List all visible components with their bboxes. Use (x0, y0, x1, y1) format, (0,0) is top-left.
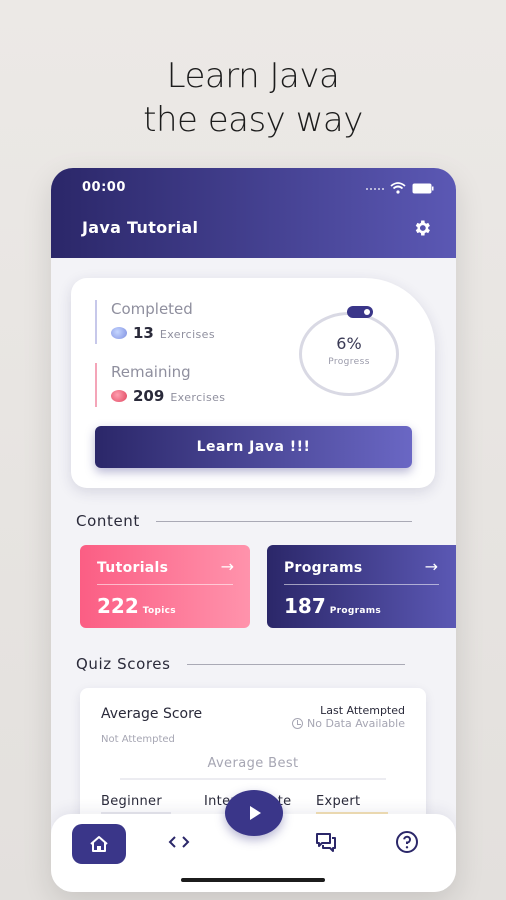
programs-tile[interactable]: Programs → 187 Programs (267, 545, 456, 628)
app-bar: 00:00 Java Tutorial (51, 168, 456, 258)
programs-title: Programs (284, 560, 363, 576)
quiz-title: Quiz Scores (76, 655, 171, 673)
remaining-unit: Exercises (170, 391, 226, 404)
completed-icon (111, 327, 127, 339)
learn-java-button[interactable]: Learn Java !!! (95, 426, 412, 468)
completed-count: 13 (133, 324, 154, 342)
arrow-right-icon: → (424, 557, 438, 576)
play-button[interactable] (225, 790, 283, 836)
tutorials-divider (97, 584, 233, 585)
wifi-icon (390, 182, 406, 194)
nav-home[interactable] (72, 824, 126, 864)
tutorials-tile[interactable]: Tutorials → 222 Topics (80, 545, 250, 628)
content-divider (155, 520, 412, 522)
home-icon (90, 836, 108, 852)
content-title: Content (76, 512, 140, 530)
app-title: Java Tutorial (82, 218, 199, 237)
average-best-divider (120, 778, 386, 780)
tutorials-count-row: 222 Topics (97, 594, 176, 618)
chat-icon[interactable] (314, 830, 338, 854)
progress-ring-track (299, 312, 399, 396)
play-icon (250, 806, 261, 820)
status-time: 00:00 (82, 180, 126, 195)
home-indicator (181, 878, 325, 882)
programs-count-row: 187 Programs (284, 594, 381, 618)
completed-unit: Exercises (159, 328, 215, 341)
level-expert: Expert (316, 794, 361, 809)
average-best-label: Average Best (207, 756, 299, 771)
quiz-divider (186, 663, 405, 665)
tutorials-unit: Topics (142, 606, 176, 616)
completed-stat: Completed 13 Exercises (95, 300, 215, 344)
tutorials-title: Tutorials (97, 560, 169, 576)
status-icons (366, 182, 434, 194)
last-attempted-label: Last Attempted (320, 704, 405, 717)
progress-ring-knob (347, 306, 373, 318)
headline-line-1: Learn Java (166, 56, 340, 96)
headline-line-2: the easy way (143, 100, 363, 140)
remaining-icon (111, 390, 127, 402)
battery-icon (412, 183, 434, 193)
code-icon[interactable] (167, 830, 191, 854)
remaining-label: Remaining (111, 363, 191, 381)
quiz-section-header: Quiz Scores (76, 655, 405, 673)
no-data-text: No Data Available (306, 717, 405, 730)
programs-divider (284, 584, 439, 585)
progress-label: Progress (328, 357, 370, 367)
phone-screen: 00:00 Java Tutorial Completed 13 Exercis… (51, 168, 456, 892)
no-data-row: No Data Available (291, 717, 405, 730)
clock-icon (291, 718, 303, 729)
average-score-label: Average Score (101, 706, 203, 722)
not-attempted-text: Not Attempted (101, 734, 175, 745)
arrow-right-icon: → (220, 557, 234, 576)
help-icon[interactable] (395, 830, 419, 854)
tutorials-count: 222 (97, 594, 139, 618)
programs-count: 187 (284, 594, 326, 618)
level-beginner: Beginner (101, 794, 163, 809)
progress-ring: 6% Progress (299, 306, 399, 396)
remaining-stat: Remaining 209 Exercises (95, 363, 225, 407)
progress-percent: 6% (336, 334, 362, 353)
content-section-header: Content (76, 512, 412, 530)
remaining-count: 209 (133, 387, 165, 405)
programs-unit: Programs (329, 606, 382, 616)
completed-label: Completed (111, 300, 193, 318)
gear-icon[interactable] (412, 218, 432, 238)
promo-headline: Learn Java the easy way (0, 54, 506, 142)
signal-icon (366, 188, 384, 192)
progress-card: Completed 13 Exercises Remaining 209 Exe… (71, 278, 435, 488)
